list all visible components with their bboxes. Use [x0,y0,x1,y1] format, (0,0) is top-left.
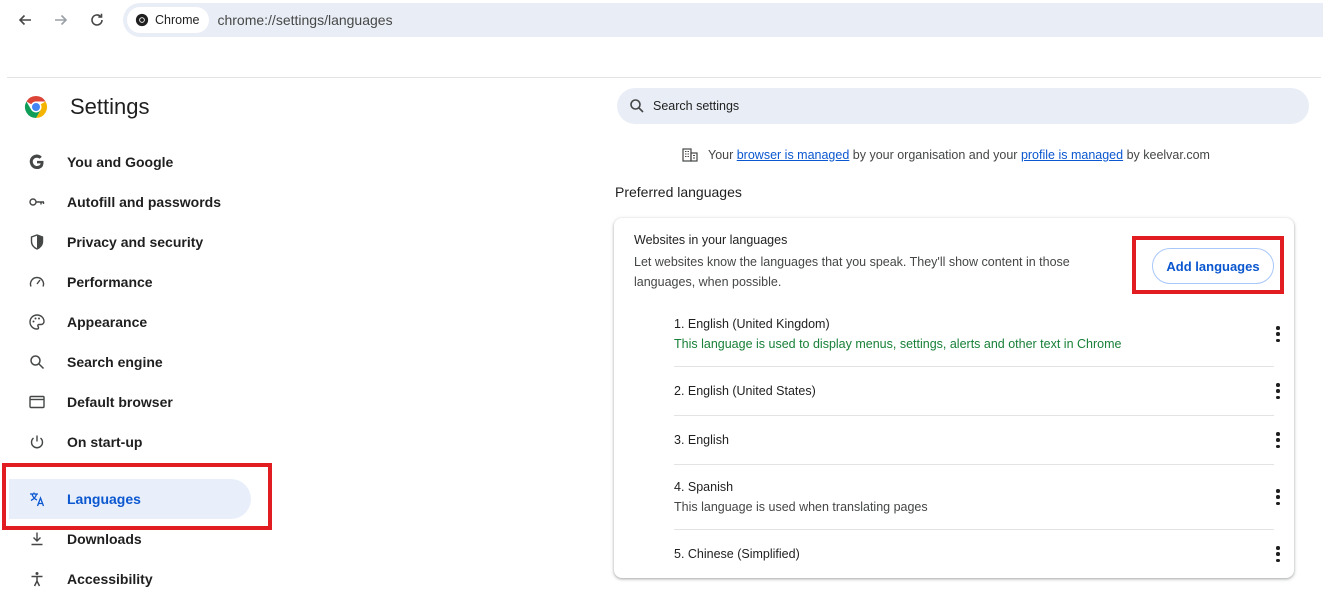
search-icon [28,353,46,371]
sidebar-item-label: Search engine [67,354,163,370]
settings-header: Settings [24,94,150,120]
google-g-icon [28,153,46,171]
sidebar-item-you-and-google[interactable]: You and Google [0,142,251,182]
sidebar-item-label: You and Google [67,154,174,170]
card-description: Let websites know the languages that you… [634,255,1070,289]
browser-window-icon [28,393,46,411]
key-icon [28,193,46,211]
sidebar-item-privacy[interactable]: Privacy and security [0,222,251,262]
language-row: 3. English [674,433,1274,447]
arrow-right-icon [55,14,68,26]
power-icon [28,433,46,451]
language-row: 1. English (United Kingdom) This languag… [674,317,1274,351]
sidebar-item-label: Accessibility [67,571,153,587]
card-title: Websites in your languages [634,233,788,247]
search-icon [630,99,644,113]
back-button[interactable] [13,8,37,32]
sidebar-item-label: On start-up [67,434,143,450]
search-placeholder: Search settings [653,99,740,113]
building-icon [682,148,698,162]
header-divider [7,77,1321,78]
language-row: 4. Spanish This language is used when tr… [674,480,1274,514]
download-icon [28,530,46,548]
browser-managed-link[interactable]: browser is managed [737,148,850,162]
section-title: Preferred languages [615,184,742,200]
more-actions-icon[interactable] [1274,489,1282,505]
row-divider [674,366,1274,367]
address-bar[interactable]: Chrome chrome://settings/languages [123,3,1323,37]
language-note: This language is used to display menus, … [674,337,1122,351]
sidebar-item-label: Appearance [67,314,148,330]
sidebar-item-autofill[interactable]: Autofill and passwords [0,182,251,222]
sidebar-item-accessibility[interactable]: Accessibility [0,559,251,592]
language-name: 2. English (United States) [674,384,816,398]
highlight-box-add-languages [1132,236,1284,294]
more-actions-icon[interactable] [1274,326,1282,342]
more-actions-icon[interactable] [1274,432,1282,448]
profile-managed-link[interactable]: profile is managed [1021,148,1123,162]
sidebar-item-appearance[interactable]: Appearance [0,302,251,342]
reload-button[interactable] [85,8,109,32]
managed-notice: Your browser is managed by your organisa… [681,146,1210,164]
language-name: 5. Chinese (Simplified) [674,547,800,561]
more-actions-icon[interactable] [1274,546,1282,562]
row-divider [674,464,1274,465]
sidebar-item-on-start-up[interactable]: On start-up [0,422,251,462]
speedometer-icon [28,273,46,291]
language-name: 1. English (United Kingdom) [674,317,830,331]
url-text[interactable]: chrome://settings/languages [217,12,392,28]
language-name: 4. Spanish [674,480,734,494]
row-divider [674,415,1274,416]
sidebar-item-label: Autofill and passwords [67,194,222,210]
managed-prefix: Your [708,148,737,162]
search-settings-field[interactable]: Search settings [617,88,1309,124]
chrome-logo-icon [24,96,48,118]
language-row: 2. English (United States) [674,384,1274,398]
page-title: Settings [70,94,150,119]
reload-icon [91,13,103,26]
shield-icon [28,233,46,251]
browser-toolbar: Chrome chrome://settings/languages [0,0,1323,40]
arrow-left-icon [18,14,31,26]
sidebar-item-default-browser[interactable]: Default browser [0,382,251,422]
language-name: 3. English [674,433,729,447]
sidebar-item-label: Performance [67,274,153,290]
sidebar-item-label: Default browser [67,394,173,410]
forward-button[interactable] [49,8,73,32]
site-info-chip[interactable]: Chrome [127,7,210,33]
managed-suffix: by keelvar.com [1123,148,1210,162]
managed-middle: by your organisation and your [849,148,1021,162]
sidebar-item-label: Downloads [67,531,142,547]
sidebar-item-search-engine[interactable]: Search engine [0,342,251,382]
more-actions-icon[interactable] [1274,383,1282,399]
language-row: 5. Chinese (Simplified) [674,547,1274,561]
accessibility-icon [28,570,46,588]
chrome-logo-icon [135,13,149,27]
palette-icon [28,313,46,331]
language-note: This language is used when translating p… [674,500,928,514]
row-divider [674,529,1274,530]
sidebar-item-label: Privacy and security [67,234,204,250]
sidebar-item-performance[interactable]: Performance [0,262,251,302]
highlight-box-languages [2,463,272,530]
site-info-label: Chrome [155,13,200,27]
